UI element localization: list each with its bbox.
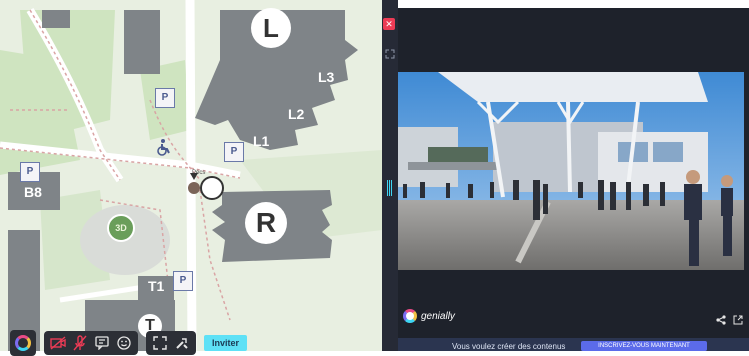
parking-icon[interactable]: P <box>224 142 244 162</box>
parking-icon[interactable]: P <box>173 271 193 291</box>
brand[interactable]: genially <box>403 309 455 323</box>
building-small[interactable] <box>124 10 160 74</box>
parking-icon[interactable]: P <box>155 88 175 108</box>
genially-logo-icon <box>403 309 417 323</box>
resize-handle[interactable] <box>387 180 393 196</box>
wheelchair-icon <box>155 138 173 156</box>
building-B8-label: B8 <box>24 184 42 200</box>
building-L-label: L <box>263 12 279 43</box>
marker-pin-icon <box>190 173 224 200</box>
brand-name: genially <box>421 310 455 322</box>
fullscreen-icon[interactable] <box>152 335 168 351</box>
external-link-icon[interactable] <box>733 312 743 325</box>
building-small[interactable] <box>42 10 70 28</box>
signup-button[interactable]: INSCRIVEZ-VOUS MAINTENANT <box>581 341 707 351</box>
emoji-icon[interactable] <box>116 335 132 351</box>
close-button[interactable]: ✕ <box>383 18 395 30</box>
3d-badge-label: 3D <box>115 223 127 233</box>
signup-banner-text: Vous voulez créer des contenus <box>452 342 566 351</box>
camera-off-icon[interactable] <box>50 335 66 351</box>
campus-map[interactable]: L L3 L2 L1 R B8 T1 T 3D P P P P Pécs <box>0 0 382 351</box>
building-L-marker[interactable]: L <box>251 8 291 48</box>
building-L2-label: L2 <box>288 106 305 122</box>
share-icon[interactable] <box>716 312 726 325</box>
mic-off-icon[interactable] <box>72 335 88 351</box>
genially-logo-icon <box>15 335 31 351</box>
building-R-label: R <box>255 207 277 238</box>
view-controls <box>146 331 196 355</box>
media-controls <box>44 331 138 355</box>
3d-badge[interactable]: 3D <box>107 214 135 242</box>
campus-photo <box>398 72 744 270</box>
marker-avatar <box>188 182 200 194</box>
invite-button[interactable]: Inviter <box>204 335 248 351</box>
building-R-marker[interactable]: R <box>245 202 287 244</box>
building-L3-label: L3 <box>318 69 335 85</box>
genially-logo-button[interactable] <box>10 330 36 356</box>
chat-icon[interactable] <box>94 335 110 351</box>
expand-icon[interactable] <box>385 46 395 59</box>
building-T1-label: T1 <box>148 278 165 294</box>
parking-icon[interactable]: P <box>20 162 40 182</box>
tools-icon[interactable] <box>174 335 190 351</box>
location-marker[interactable]: Pécs <box>188 170 224 200</box>
building-L1-label: L1 <box>253 133 270 149</box>
bottom-toolbar: Inviter <box>10 330 248 356</box>
